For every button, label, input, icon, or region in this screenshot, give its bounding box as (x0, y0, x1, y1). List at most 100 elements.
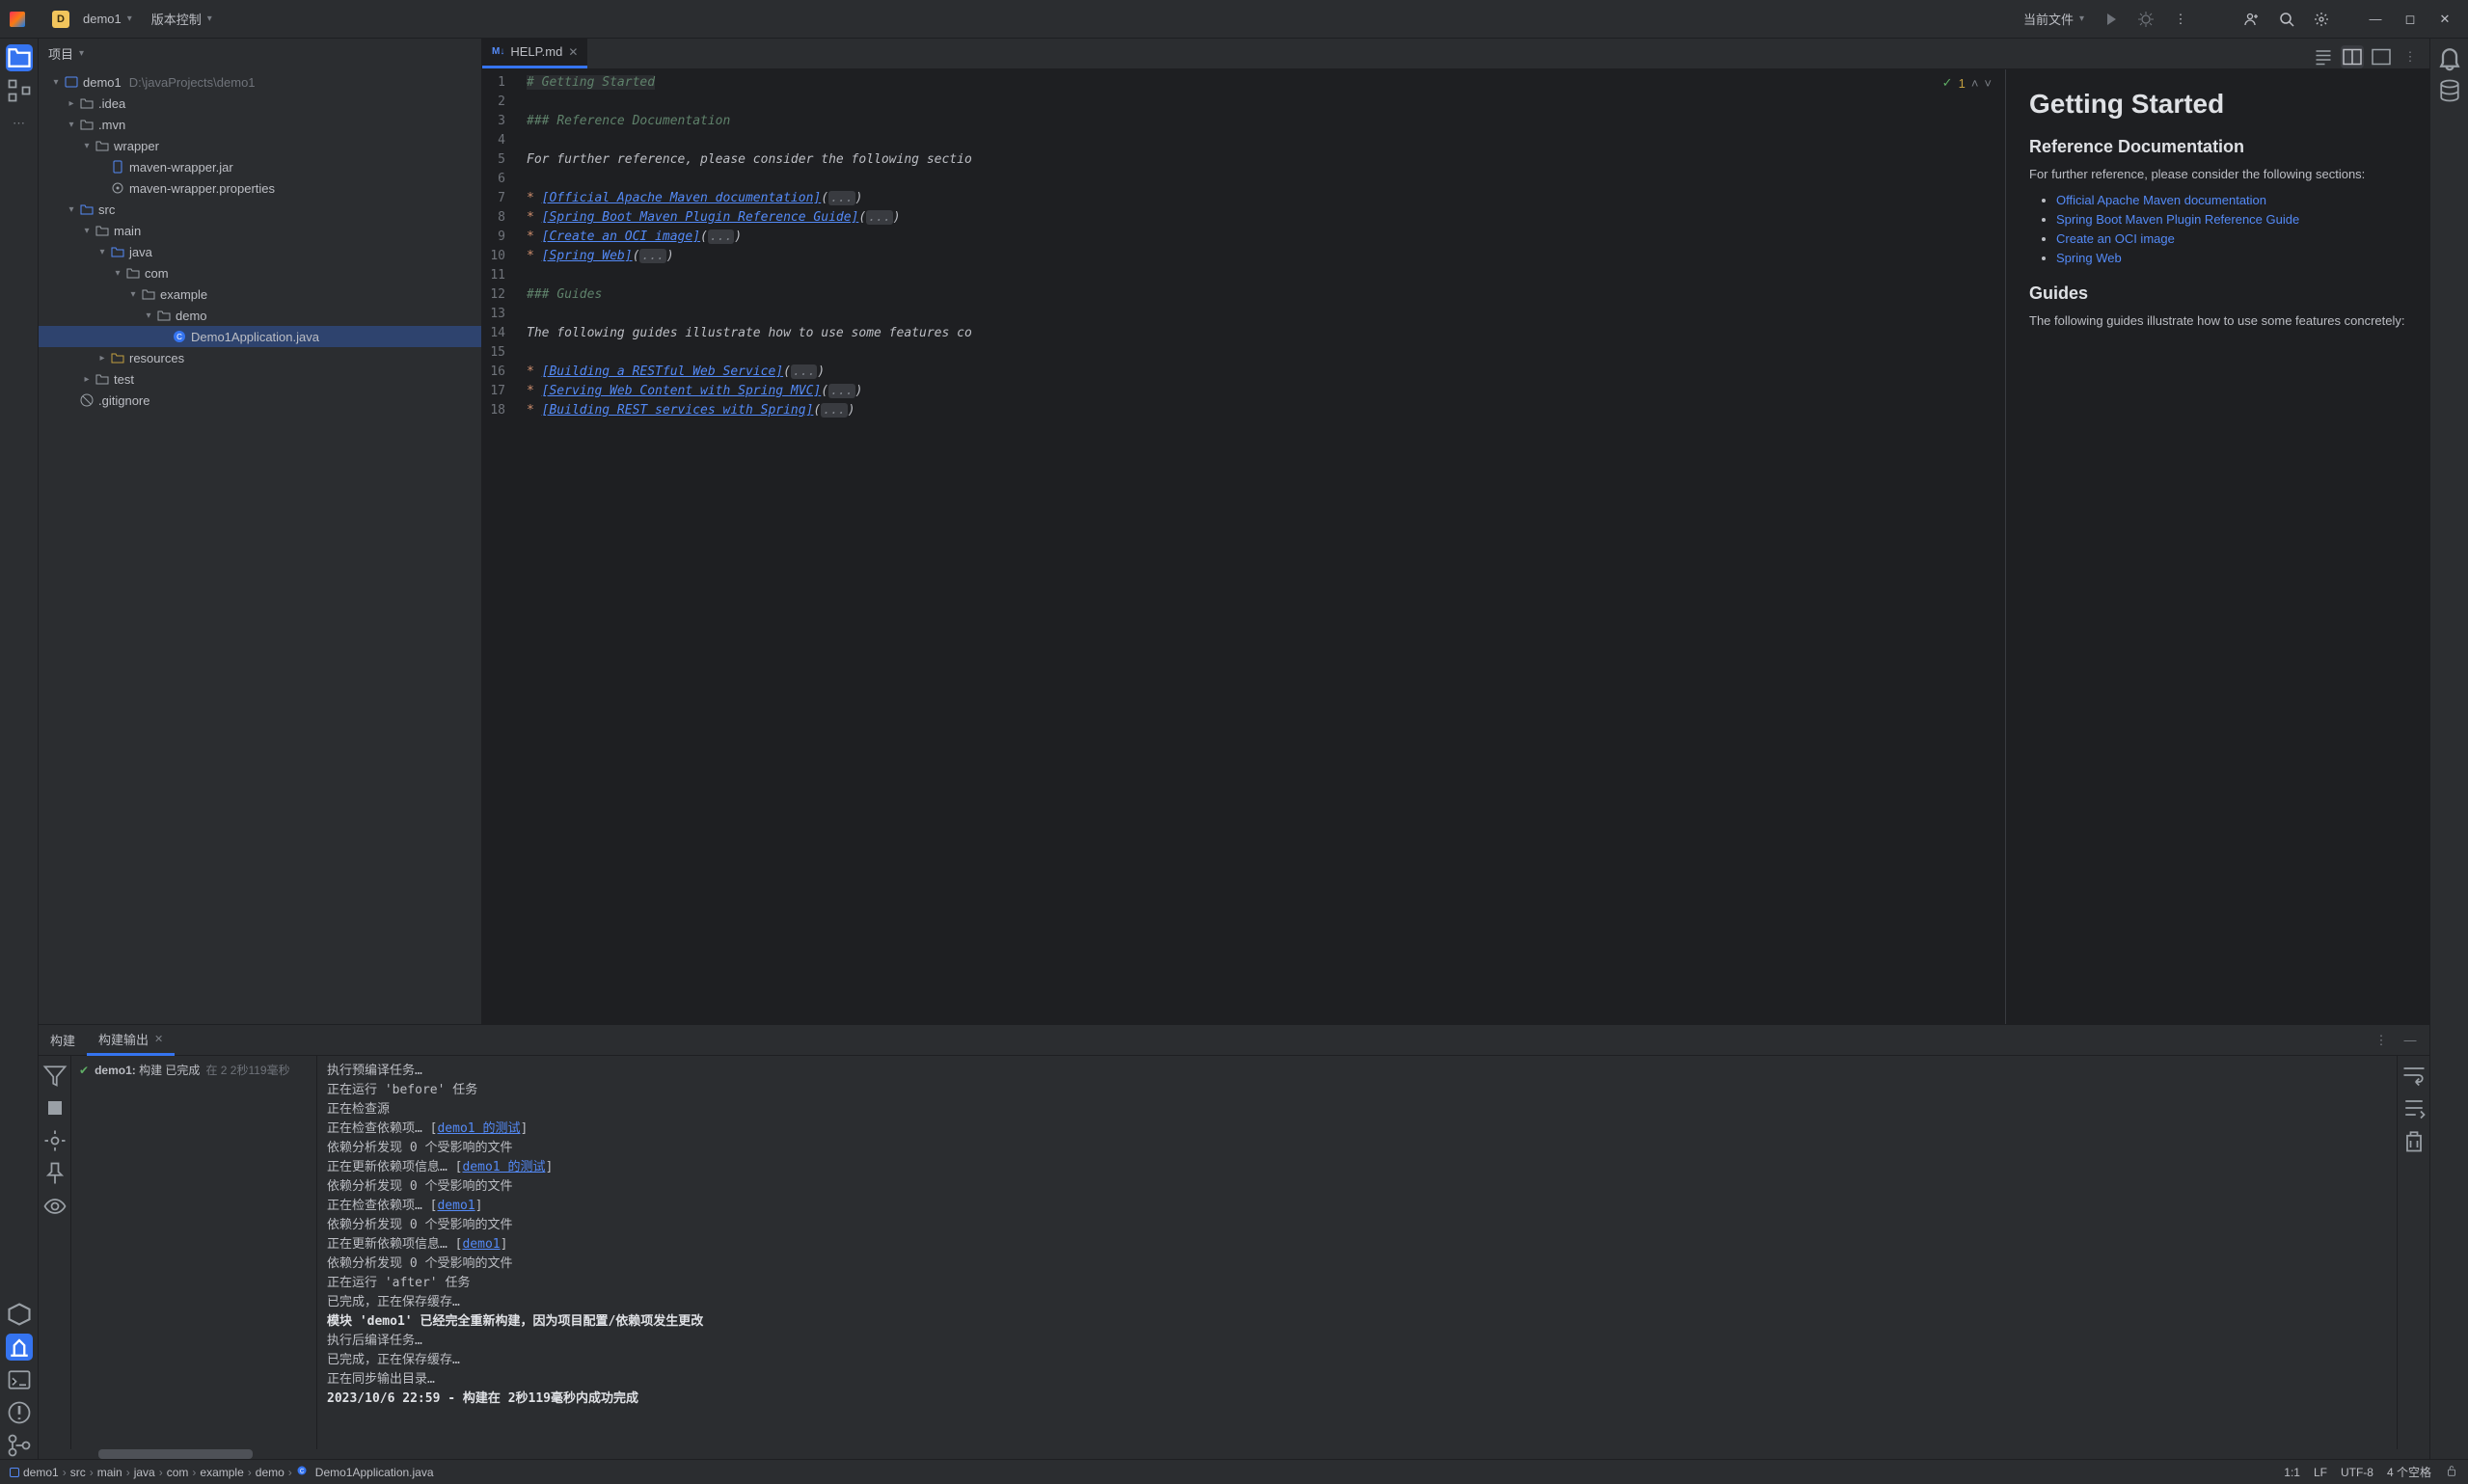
inspection-down-button[interactable]: ˅ (1984, 76, 1992, 91)
tree-arrow-icon[interactable]: ▾ (79, 141, 95, 151)
breadcrumb-item[interactable]: example (200, 1466, 243, 1479)
tree-item-wrapper[interactable]: ▾wrapper (39, 135, 481, 156)
vcs-dropdown[interactable]: 版本控制 ▾ (146, 6, 218, 32)
soft-wrap-button[interactable] (2400, 1062, 2427, 1089)
panel-hide-button[interactable]: — (2399, 1029, 2422, 1052)
project-tree[interactable]: ▾demo1D:\javaProjects\demo1▸.idea▾.mvn▾w… (39, 67, 481, 1024)
gear-icon (2314, 12, 2329, 27)
editor-only-view-button[interactable] (2312, 45, 2335, 68)
preview-link[interactable]: Create an OCI image (2056, 231, 2175, 246)
breadcrumb-item[interactable]: java (134, 1466, 155, 1479)
build-output-tab[interactable]: 构建输出 ✕ (87, 1025, 175, 1056)
horizontal-scrollbar[interactable] (39, 1449, 2429, 1459)
clear-button[interactable] (2400, 1127, 2427, 1154)
structure-toolwindow-button[interactable] (6, 77, 33, 104)
inspection-widget[interactable]: ✓ 1 ˄ ˅ (1939, 73, 1995, 93)
tree-item--idea[interactable]: ▸.idea (39, 93, 481, 114)
close-tab-button[interactable]: ✕ (154, 1033, 163, 1045)
vcs-toolwindow-button[interactable] (6, 1432, 33, 1459)
database-button[interactable] (2436, 77, 2463, 104)
scroll-to-end-button[interactable] (2400, 1094, 2427, 1121)
build-view-button[interactable] (41, 1193, 68, 1220)
breadcrumb-item[interactable]: src (70, 1466, 86, 1479)
tree-arrow-icon[interactable]: ▸ (95, 353, 110, 364)
build-tree[interactable]: ✔ demo1: 构建 已完成 在 2 2秒119毫秒 (71, 1056, 317, 1449)
build-stop-button[interactable] (41, 1094, 68, 1121)
tree-arrow-icon[interactable]: ▾ (48, 77, 64, 88)
tree-item-main[interactable]: ▾main (39, 220, 481, 241)
breadcrumb-item[interactable]: com (167, 1466, 189, 1479)
tree-arrow-icon[interactable]: ▾ (95, 247, 110, 257)
tree-item-java[interactable]: ▾java (39, 241, 481, 262)
tree-arrow-icon[interactable]: ▸ (79, 374, 95, 385)
preview-link[interactable]: Spring Web (2056, 251, 2122, 265)
build-filter-button[interactable] (41, 1062, 68, 1089)
tree-arrow-icon[interactable]: ▾ (64, 120, 79, 130)
project-dropdown[interactable]: demo1 ▾ (77, 8, 138, 30)
tree-arrow-icon[interactable]: ▾ (141, 310, 156, 321)
tree-arrow-icon[interactable]: ▸ (64, 98, 79, 109)
search-button[interactable] (2273, 8, 2300, 31)
tree-item-com[interactable]: ▾ com (39, 262, 481, 283)
maximize-button[interactable]: ◻ (2397, 8, 2424, 31)
run-toolwindow-button[interactable] (6, 1366, 33, 1393)
preview-link[interactable]: Official Apache Maven documentation (2056, 193, 2266, 207)
tree-item-demo1[interactable]: ▾demo1D:\javaProjects\demo1 (39, 71, 481, 93)
close-tab-button[interactable]: ✕ (568, 45, 578, 59)
build-tab[interactable]: 构建 (39, 1025, 87, 1056)
code-pane[interactable]: 123456789101112131415161718 # Getting St… (482, 69, 2005, 1024)
more-toolwindows-button[interactable]: ⋯ (6, 110, 33, 137)
notifications-button[interactable] (2436, 44, 2463, 71)
tree-item--mvn[interactable]: ▾.mvn (39, 114, 481, 135)
tree-item-example[interactable]: ▾example (39, 283, 481, 305)
tree-arrow-icon[interactable]: ▾ (125, 289, 141, 300)
tree-item-maven-wrapper-properties[interactable]: maven-wrapper.properties (39, 177, 481, 199)
editor-preview-split-button[interactable] (2341, 45, 2364, 68)
file-encoding[interactable]: UTF-8 (2341, 1466, 2373, 1479)
editor-more-button[interactable]: ⋮ (2399, 45, 2422, 68)
build-output[interactable]: 执行预编译任务…正在运行 'before' 任务正在检查源正在检查依赖项… [d… (317, 1056, 2397, 1449)
tree-item--gitignore[interactable]: .gitignore (39, 390, 481, 411)
minimize-button[interactable]: — (2362, 8, 2389, 31)
breadcrumb-item[interactable]: Demo1Application.java (315, 1466, 434, 1479)
tree-arrow-icon[interactable]: ▾ (110, 268, 125, 279)
readonly-toggle[interactable] (2445, 1464, 2458, 1480)
run-button[interactable] (2098, 8, 2125, 31)
tree-item-maven-wrapper-jar[interactable]: maven-wrapper.jar (39, 156, 481, 177)
chevron-down-icon[interactable]: ▾ (79, 48, 84, 59)
services-button[interactable] (6, 1301, 33, 1328)
tree-item-demo[interactable]: ▾demo (39, 305, 481, 326)
tree-item-test[interactable]: ▸test (39, 368, 481, 390)
editor-tab-help-md[interactable]: M↓ HELP.md ✕ (482, 38, 587, 68)
settings-button[interactable] (2308, 8, 2335, 31)
line-separator[interactable]: LF (2314, 1466, 2327, 1479)
tree-item-resources[interactable]: ▸resources (39, 347, 481, 368)
tree-arrow-icon[interactable]: ▾ (64, 204, 79, 215)
inspection-up-button[interactable]: ˄ (1971, 76, 1979, 91)
run-config-dropdown[interactable]: 当前文件 ▾ (2018, 6, 2090, 32)
code-with-me-button[interactable] (2238, 8, 2265, 31)
project-toolwindow-button[interactable] (6, 44, 33, 71)
build-pin-button[interactable] (41, 1160, 68, 1187)
indent-info[interactable]: 4 个空格 (2387, 1464, 2431, 1480)
preview-link[interactable]: Spring Boot Maven Plugin Reference Guide (2056, 212, 2299, 227)
breadcrumb-item[interactable]: main (97, 1466, 122, 1479)
breadcrumbs[interactable]: demo1›src›main›java›com›example›demo›CDe… (10, 1465, 434, 1479)
more-actions-button[interactable]: ⋮ (2167, 8, 2194, 31)
tree-arrow-icon[interactable]: ▾ (79, 226, 95, 236)
problems-button[interactable] (6, 1399, 33, 1426)
breadcrumb-item[interactable]: demo (256, 1466, 285, 1479)
tree-item-Demo1Application-java[interactable]: CDemo1Application.java (39, 326, 481, 347)
tree-label: com (145, 266, 169, 281)
debug-button[interactable] (2132, 8, 2159, 31)
tree-item-src[interactable]: ▾src (39, 199, 481, 220)
main-menu-button[interactable] (33, 15, 44, 23)
panel-options-button[interactable]: ⋮ (2370, 1029, 2393, 1052)
build-settings-button[interactable] (41, 1127, 68, 1154)
build-toolwindow-button[interactable] (6, 1334, 33, 1361)
preview-only-view-button[interactable] (2370, 45, 2393, 68)
code-lines[interactable]: # Getting Started### Reference Documenta… (521, 69, 2005, 1024)
caret-pos[interactable]: 1:1 (2284, 1466, 2300, 1479)
close-window-button[interactable]: ✕ (2431, 8, 2458, 31)
breadcrumb-item[interactable]: demo1 (23, 1466, 59, 1479)
